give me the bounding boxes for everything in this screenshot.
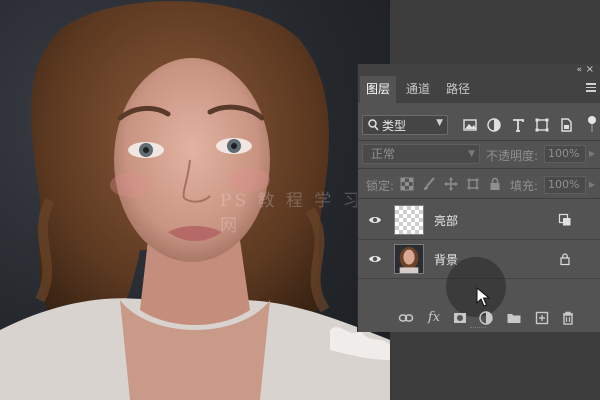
shape-layer-filter-icon[interactable] <box>534 117 550 133</box>
eye-visibility-icon[interactable] <box>368 214 382 226</box>
blend-mode-select[interactable]: 正常 ▼ <box>362 144 480 164</box>
filter-kind-label: 类型 <box>382 119 407 133</box>
chevron-right-icon[interactable]: ▶ <box>589 149 595 158</box>
blend-mode-value: 正常 <box>371 147 396 161</box>
blend-opacity-row: 正常 ▼ 不透明度: 100% ▶ <box>358 142 600 166</box>
add-mask-icon[interactable] <box>452 310 468 326</box>
fill-input[interactable]: 100% <box>544 176 586 194</box>
chevron-down-icon: ▼ <box>468 149 475 159</box>
adjustment-layer-filter-icon[interactable] <box>486 117 502 133</box>
fx-layer-style-icon[interactable]: fx <box>426 310 442 326</box>
filter-kind-select[interactable]: 类型 ▼ <box>362 115 448 135</box>
lock-all-icon[interactable] <box>488 177 502 191</box>
opacity-input[interactable]: 100% <box>544 145 586 163</box>
lock-label: 锁定: <box>366 179 395 193</box>
panel-tabs: 图层 通道 路径 <box>358 76 600 103</box>
collapse-double-chevron-icon[interactable]: « <box>576 64 582 76</box>
layer-style-icon[interactable] <box>558 213 572 227</box>
panel-resize-grip[interactable] <box>470 327 486 330</box>
layer-thumbnail-transparent <box>394 205 424 235</box>
layer-thumbnail-portrait <box>394 244 424 274</box>
filter-toggle-switch[interactable] <box>588 116 596 134</box>
close-panel-icon[interactable]: × <box>586 64 594 76</box>
layers-panel: « × 图层 通道 路径 类型 ▼ 正常 ▼ 不透明度: 100% ▶ 锁定: … <box>358 64 600 332</box>
type-layer-filter-icon[interactable] <box>510 117 526 133</box>
new-layer-icon[interactable] <box>534 310 550 326</box>
document-canvas[interactable]: PS 教 程 学 习 网 <box>0 0 390 400</box>
link-layers-icon[interactable] <box>398 310 414 326</box>
divider <box>358 140 600 141</box>
panel-titlebar[interactable]: « × <box>358 64 600 76</box>
lock-position-move-icon[interactable] <box>444 177 458 191</box>
search-icon <box>368 119 379 131</box>
pixel-layer-filter-icon[interactable] <box>462 117 478 133</box>
smart-object-filter-icon[interactable] <box>558 117 574 133</box>
fill-label: 填充: <box>510 179 539 193</box>
new-adjustment-layer-icon[interactable] <box>478 310 494 326</box>
new-group-folder-icon[interactable] <box>506 310 522 326</box>
divider <box>358 198 600 199</box>
opacity-label: 不透明度: <box>486 149 539 163</box>
lock-fill-row: 锁定: 填充: 100% ▶ <box>358 172 600 196</box>
chevron-down-icon: ▼ <box>436 118 443 128</box>
chevron-right-icon[interactable]: ▶ <box>589 180 595 189</box>
tab-paths[interactable]: 路径 <box>440 76 476 103</box>
lock-artboard-icon[interactable] <box>466 177 480 191</box>
tab-channels[interactable]: 通道 <box>400 76 436 103</box>
panel-footer: fx <box>358 304 600 332</box>
tab-layers[interactable]: 图层 <box>360 76 396 103</box>
trash-delete-icon[interactable] <box>560 310 576 326</box>
lock-transparent-pixels-icon[interactable] <box>400 177 414 191</box>
layer-filter-row: 类型 ▼ <box>358 111 600 139</box>
panel-menu-icon[interactable] <box>586 83 596 92</box>
layer-row-highlights[interactable]: 亮部 <box>358 201 600 240</box>
layer-name[interactable]: 亮部 <box>434 212 458 229</box>
lock-image-pixels-brush-icon[interactable] <box>422 177 436 191</box>
lock-icon[interactable] <box>558 252 572 266</box>
photoshop-window: PS 教 程 学 习 网 « × 图层 通道 路径 类型 ▼ 正常 ▼ 不透明度… <box>0 0 600 400</box>
eye-visibility-icon[interactable] <box>368 253 382 265</box>
divider <box>358 168 600 169</box>
